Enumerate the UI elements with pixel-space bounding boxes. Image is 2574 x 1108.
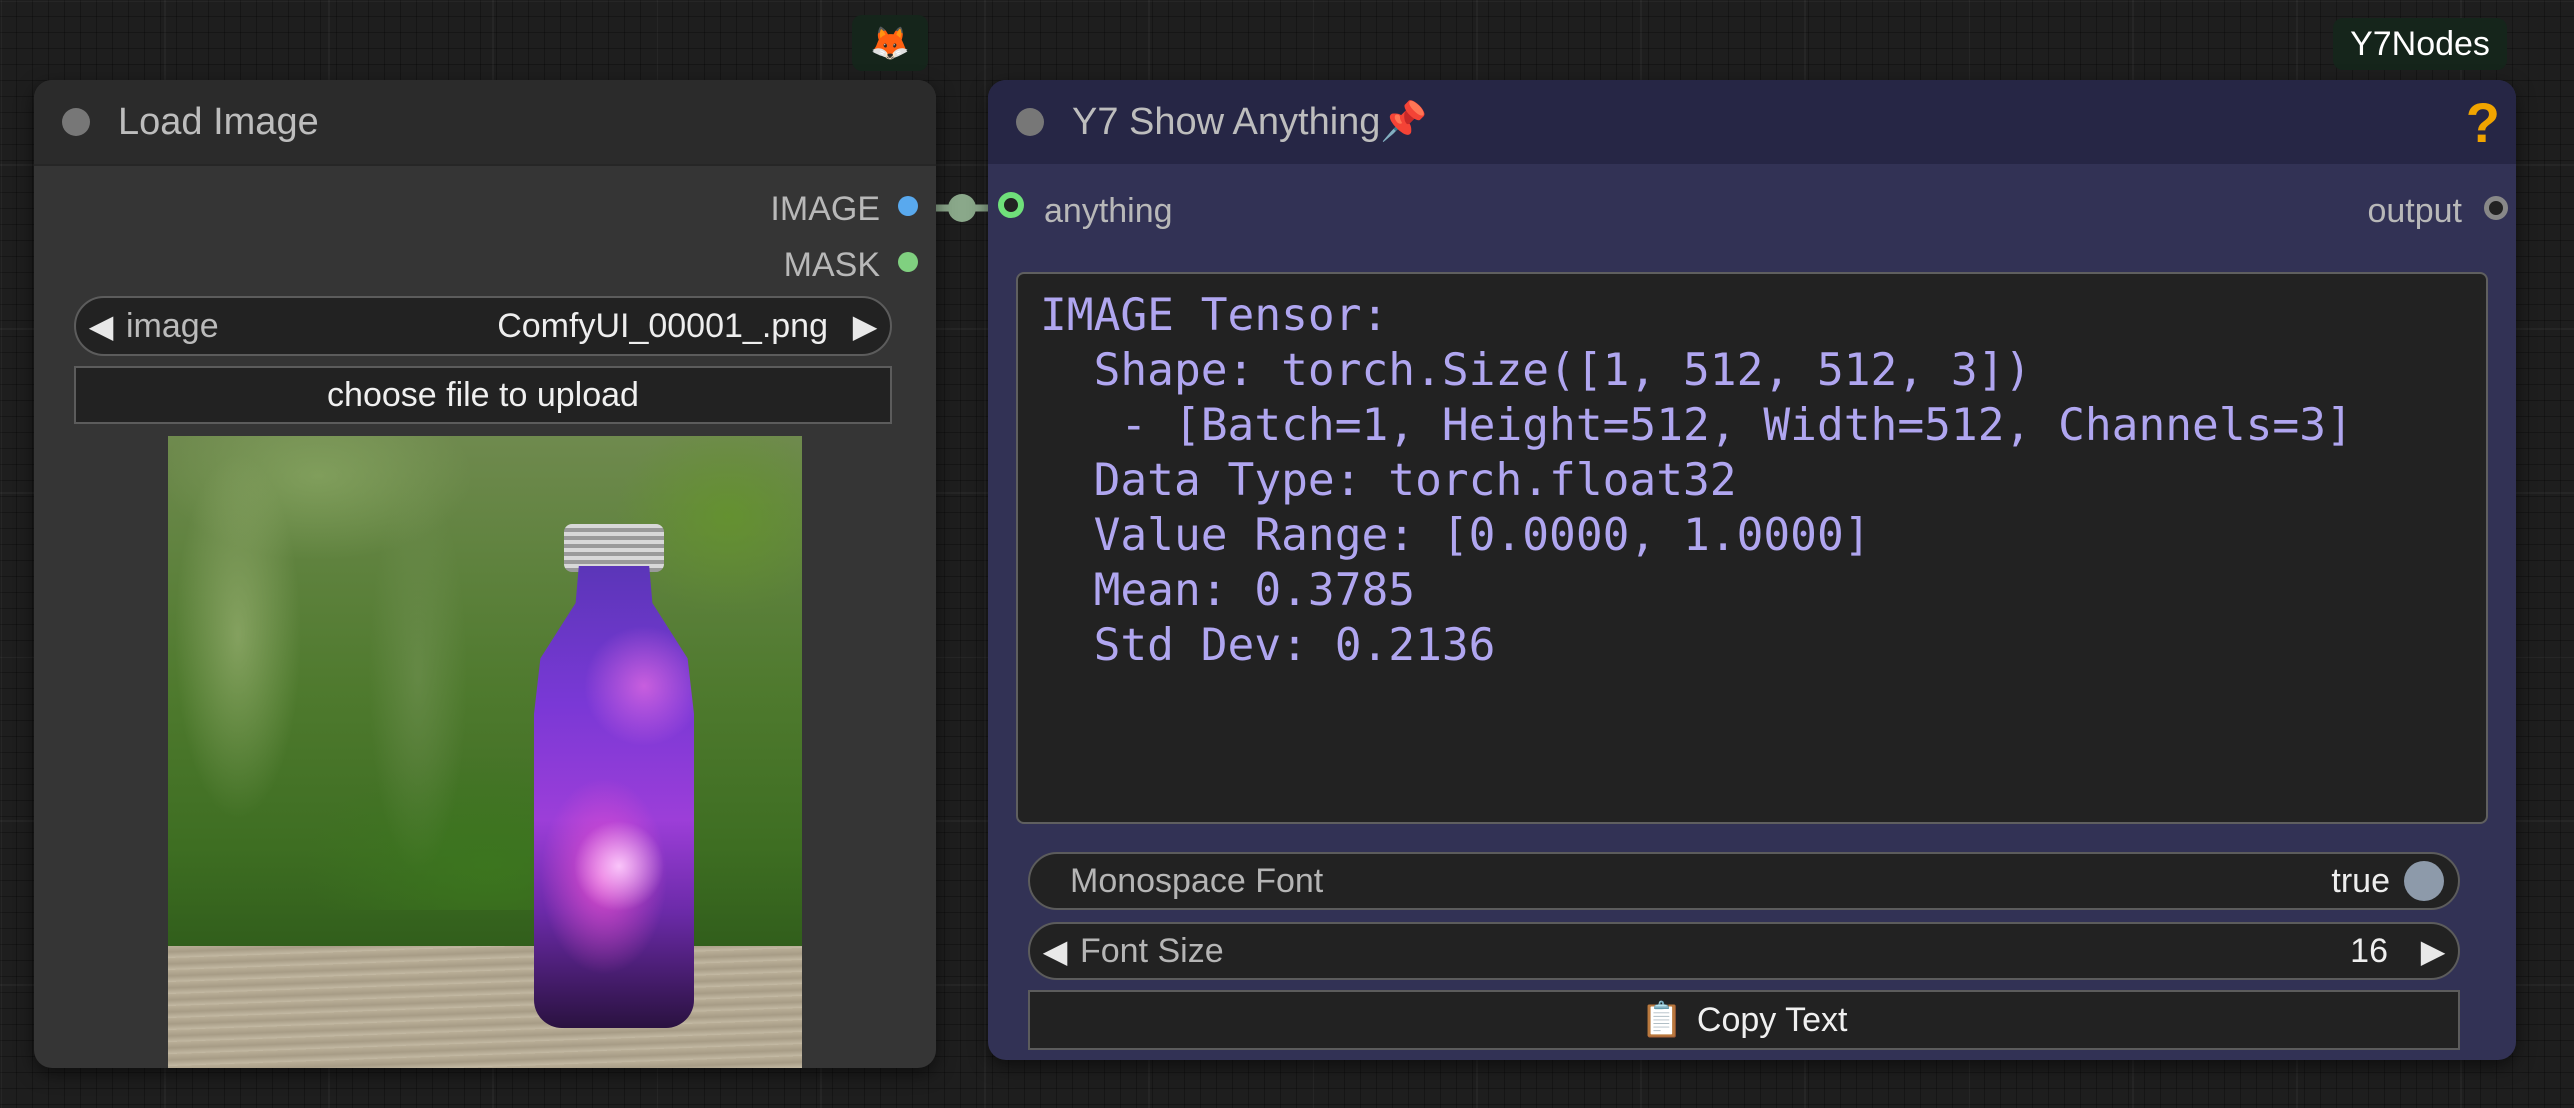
y7nodes-badge[interactable]: Y7Nodes (2333, 18, 2507, 70)
font-size-increment-icon[interactable]: ▶ (2408, 932, 2458, 970)
upload-button[interactable]: choose file to upload (74, 366, 892, 424)
input-label-anything: anything (1044, 192, 1173, 230)
preview-bottle (534, 566, 694, 1028)
output-slot-image[interactable] (898, 196, 918, 216)
image-combo-value: ComfyUI_00001_.png (497, 306, 828, 345)
wire-midpoint-icon (948, 194, 976, 222)
input-slot-anything[interactable] (998, 192, 1024, 218)
font-size-widget[interactable]: ◀ Font Size 16 ▶ (1028, 922, 2460, 980)
font-size-decrement-icon[interactable]: ◀ (1030, 932, 1080, 970)
preview-bottle-cap (564, 524, 664, 572)
monospace-toggle[interactable]: Monospace Font true (1028, 852, 2460, 910)
node-title: Y7 Show Anything📌 (1072, 101, 1428, 143)
toggle-knob-icon[interactable] (2404, 861, 2444, 901)
output-slot[interactable] (2484, 196, 2508, 220)
image-combo-label: image (126, 306, 219, 345)
image-combo[interactable]: ◀ image ComfyUI_00001_.png ▶ (74, 296, 892, 356)
output-label-image: IMAGE (770, 190, 880, 228)
node-collapse-dot[interactable] (1016, 108, 1044, 136)
combo-left-arrow-icon[interactable]: ◀ (76, 307, 126, 345)
monospace-toggle-label: Monospace Font (1070, 861, 1324, 900)
font-size-label: Font Size (1080, 931, 1224, 970)
fox-badge[interactable]: 🦊 (852, 15, 928, 71)
output-label-mask: MASK (783, 246, 880, 284)
load-image-node[interactable]: Load Image IMAGE MASK ◀ image ComfyUI_00… (34, 80, 936, 1068)
node-title: Load Image (118, 100, 319, 143)
output-label: output (2367, 192, 2462, 230)
load-image-header[interactable]: Load Image (34, 80, 936, 166)
upload-button-label: choose file to upload (327, 375, 639, 414)
font-size-value: 16 (2350, 931, 2388, 970)
fox-icon: 🦊 (870, 25, 910, 61)
combo-right-arrow-icon[interactable]: ▶ (840, 307, 890, 345)
preview-table (168, 946, 802, 1068)
clipboard-icon: 📋 (1640, 1001, 1683, 1039)
node-collapse-dot[interactable] (62, 108, 90, 136)
show-anything-header[interactable]: Y7 Show Anything📌 ? (988, 80, 2516, 164)
help-icon[interactable]: ? (2466, 90, 2500, 155)
y7nodes-label: Y7Nodes (2350, 24, 2490, 63)
copy-text-label: Copy Text (1696, 1000, 1848, 1039)
preview-background (168, 436, 802, 910)
output-slot-mask[interactable] (898, 252, 918, 272)
monospace-toggle-value: true (2331, 861, 2390, 900)
show-anything-node[interactable]: Y7 Show Anything📌 ? anything output IMAG… (988, 80, 2516, 1060)
image-preview (168, 436, 802, 1068)
text-display[interactable]: IMAGE Tensor: Shape: torch.Size([1, 512,… (1016, 272, 2488, 824)
copy-text-button[interactable]: 📋 Copy Text (1028, 990, 2460, 1050)
